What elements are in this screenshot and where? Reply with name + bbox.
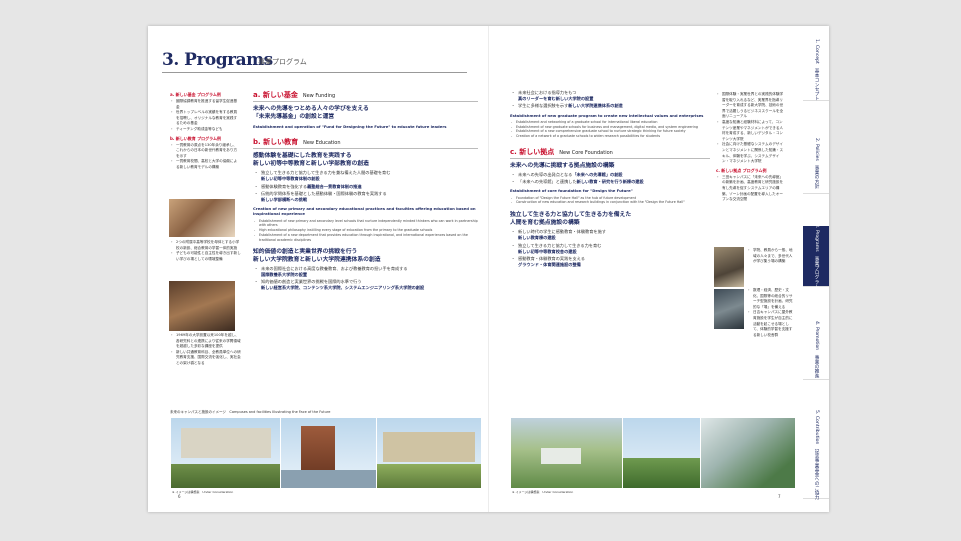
list-item: 伝統的学問体系を基礎とした感動体験・国際体験の教育を実践する新しい学部横断への挑…: [254, 191, 478, 203]
list-item: 未来の国際社会における高度な教養教育、および教養教育の担い手を育成する国際教養系…: [254, 266, 478, 278]
list-item: 未来への先導の出発点となる「未来への先導館」の創設: [511, 172, 710, 178]
section-c-label: c. 新しい拠点: [510, 148, 555, 156]
chapter-tabs: 1. Concept 基本コンセプト 2. Policies 事業の方針 3. …: [803, 39, 829, 500]
campus-rendering-4: [622, 417, 702, 489]
sidebar-heading-c: c. 新しい拠点 プログラム例: [716, 167, 767, 173]
sidebar-item: 2つの附属中高等学校を母体とする小学校の新設、総合教育の学習一体的実施: [170, 240, 242, 251]
sidebar-item: 三田キャンパスに「未来への先導館」の新築を計画、高度教育と研究施設を有し先導を促…: [716, 175, 786, 203]
library-photo: [713, 288, 745, 330]
en-list-item: Establishment of a new department that p…: [254, 233, 478, 243]
sidebar-item: 新しい共通教育科目、全教員単位への研究教育支援、国際交流を強化し、実社会との架け…: [170, 350, 242, 367]
sidebar-item: 社会に向けた基礎なシステムのデザインとマネジメントに関係した知識・スキル、体験を…: [716, 142, 786, 164]
left-sidebar: a. 新しい基金 プログラム例 國際協調教育を推進する留学生促進基金 世界トップ…: [170, 92, 240, 174]
lecture-photo: [168, 280, 236, 332]
section-a-lead: 「未来先導基金」の創設と運営: [253, 114, 335, 120]
sidebar-item: 国際体験・実業世界との実践的体験学習を取り入れるなど、実業界を指導リーダーを育成…: [716, 92, 786, 120]
section-a-en-desc: Establishment and operation of "Fund for…: [253, 124, 447, 129]
sidebar-item: 一貫教育の原点を130年余り継承し、これからの日本の新世代教育をあり方を示す: [170, 143, 240, 160]
sidebar-item: 高度な知識と経験材料によって、コンテンツ産業やマネジメントができる人材を育成する…: [716, 120, 786, 142]
campus-rendering-2: [280, 417, 378, 489]
en-list-item: Establishment of new primary and seconda…: [254, 219, 478, 229]
page-subtitle: 事業プログラム: [258, 58, 307, 66]
section-c-lead: 人間を育む拠点施設の構築: [510, 220, 580, 227]
tab-promotion[interactable]: 4. Promotion 事業の推進: [803, 319, 829, 380]
sidebar-item: 日吉キャンパスに屋外教育施設を学生が自主的に活動を起こせる場として、体験的学習を…: [747, 310, 793, 338]
campus-aerial-rendering: [510, 417, 624, 489]
atrium-rendering: [700, 417, 796, 489]
right-main-column: 未来社会における指導力をもつ真のリーダーを育む新しい大学院の設置 学生に多様な選…: [510, 90, 710, 271]
list-item: 感動教育・体験教育の実践を支えるグラウンド・体育関連施設の整備: [511, 256, 710, 268]
list-item: 新しい時代の学生に感動教育・体験教育を施す新しい教育棟の建設: [511, 229, 710, 241]
brochure-spread: 3. Programs 事業プログラム a. 新しい基金 プログラム例 國際協調…: [148, 26, 829, 512]
section-a-label: a. 新しい基金: [253, 91, 298, 99]
page-gutter: [488, 26, 489, 512]
section-b-heading: b. 新しい教育 New Education: [253, 137, 478, 150]
right-en-desc: Establishment of new graduate program to…: [510, 112, 704, 118]
sidebar-item: 数理・経済、歴史・文化、国際等の総合的リサーチ型施設を計画、研究的な「場」を備え…: [747, 288, 793, 310]
list-item: 独立して生きる力と協力して生きる力を育む新しい初等中等教育校舎の建設: [511, 243, 710, 255]
tab-concept[interactable]: 1. Concept 基本コンセプト: [803, 39, 829, 101]
title-rule: [162, 72, 467, 73]
section-b-lead: 感動体験を基礎にした教育を実践する: [253, 153, 352, 160]
list-item: 感動体験教育を強化する義塾総合一貫教育体制の推進: [254, 184, 478, 190]
campus-rendering-1: [170, 417, 282, 489]
section-b-en: New Education: [303, 140, 341, 147]
section-a-en: New Funding: [302, 93, 336, 99]
left-main-column: a. 新しい基金 New Funding 未来への先導をつとめる人々の学びを支え…: [253, 90, 478, 294]
section-b-lead: 新しい大学院教育と新しい大学院連携体系の創造: [253, 256, 381, 263]
image-credit: ※ イメージは構想案 Under Consideration: [172, 490, 234, 494]
image-caption: 未来のキャンパスと施設のイメージ Campuses and facilities…: [170, 410, 331, 414]
section-c-en-desc: Establishment of core foundation for "De…: [510, 188, 633, 194]
tab-programs[interactable]: 3. Programs 事業プログラム: [803, 224, 829, 288]
section-c-lead: 未来への先導に挑戦する拠点施設の構築: [510, 163, 615, 169]
section-b-lead: 知的価値の創造と実業世界の挑戦を行う: [253, 248, 358, 255]
section-a-heading: a. 新しい基金 New Funding: [253, 90, 478, 102]
sidebar-heading-b: b. 新しい教育 プログラム例: [170, 135, 222, 141]
section-b-label: b. 新しい教育: [253, 138, 299, 147]
list-item: 独立して生きる力と協力して生きる力を兼ね備えた人間の基礎を育む新しい初等中等教育…: [254, 170, 478, 182]
image-credit: ※ イメージは構想案 Under Consideration: [512, 490, 574, 494]
tab-policies[interactable]: 2. Policies 事業の方針: [803, 133, 829, 194]
sidebar-item: ティーチング助成金等なども: [170, 127, 240, 133]
list-item: 知的価値の創造と実業世界の挑戦を国際的水準で行う新しい経営系大学院、コンテンツ系…: [254, 279, 478, 291]
list-item: 未来社会における指導力をもつ真のリーダーを育む新しい大学院の設置: [511, 90, 710, 102]
sidebar-item: 國際協調教育を推進する留学生促進基金: [170, 99, 240, 110]
sidebar-item: 一貫教育校間、高校と大学の協働による新しい教育モデルの構築: [170, 159, 240, 170]
campus-rendering-3: [376, 417, 482, 489]
page-number-right: 7: [778, 494, 781, 499]
sidebar-heading-a: a. 新しい基金 プログラム例: [170, 92, 221, 97]
design-hall-photo: [713, 246, 745, 288]
section-b-lead: 新しい初等中等教育と新しい学部教育の創造: [253, 161, 369, 168]
sidebar-item: 子どもの可能性と自主性を導き出す新しい学びの場としての環境整備: [170, 251, 242, 262]
en-list-item: Construction of new education and resear…: [511, 200, 710, 205]
page-title: 3. Programs: [162, 50, 273, 70]
section-a-lead: 未来への先導をつとめる人々の学びを支える: [253, 106, 369, 112]
list-item: 学生に多様な選択肢を示す新しい大学院連携体系の創造: [511, 103, 710, 109]
en-list-item: Creation of a network of a graduate scho…: [511, 134, 710, 139]
tab-contribution[interactable]: 5. Contribution 記念事業基金へのご協力: [803, 410, 829, 500]
page-number-left: 6: [178, 494, 181, 499]
right-sidebar: 国際体験・実業世界との実践的体験学習を取り入れるなど、実業界を指導リーダーを育成…: [716, 92, 786, 206]
list-item: 「未来への先導館」と連携した新しい教育・研究を行う新棟の建設: [511, 179, 710, 185]
sidebar-item: 学院、教員から一般、地域の人々まで、多世代人が学び集う場の構築: [747, 248, 793, 265]
section-b-en-desc: Creation of new primary and secondary ed…: [253, 206, 476, 217]
sidebar-item: 1969年の大学設置以来100年を越し、各研究科との連携により従来の学問領域を超…: [170, 333, 242, 350]
sidebar-item: 世界トップレベルの実績を有する教員を招聘し、オリジナルな教育を実践するための基金: [170, 110, 240, 127]
section-c-heading: c. 新しい拠点 New Core Foundation: [510, 147, 710, 159]
students-photo: [168, 198, 236, 238]
section-c-lead: 独立して生きる力と協力して生きる力を備えた: [510, 212, 632, 219]
section-c-en: New Core Foundation: [559, 150, 613, 156]
